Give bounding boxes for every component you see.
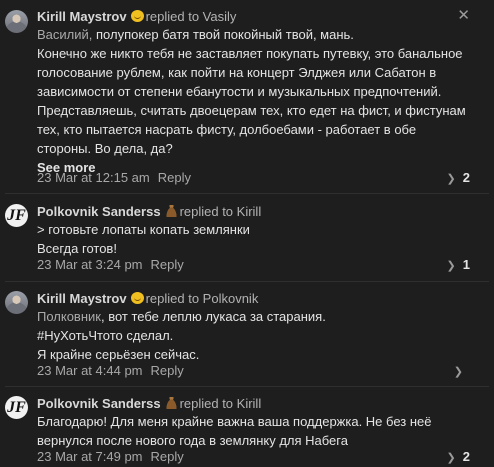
like-count: 1 (462, 257, 470, 272)
like-chevron-icon: ❯ (453, 366, 463, 378)
replied-to[interactable]: replied to Kirill (180, 204, 262, 219)
author-name[interactable]: Kirill Maystrov (37, 291, 127, 306)
divider (5, 281, 489, 282)
divider (5, 193, 489, 194)
avatar[interactable]: JF (5, 204, 28, 227)
comment-meta: 23 Mar at 7:49 pm Reply (37, 449, 184, 465)
replied-to[interactable]: replied to Polkovnik (146, 291, 259, 306)
like-chevron-icon: ❯ (446, 260, 456, 272)
like-count: 2 (462, 449, 470, 464)
avatar[interactable]: JF (5, 396, 28, 419)
text-line: Представляешь, считать двоецерам тех, кт… (37, 103, 466, 118)
comment-meta: 23 Mar at 3:24 pm Reply (37, 257, 184, 273)
poo-emoji-icon (164, 397, 178, 409)
comment-text: > готовьте лопаты копать землянки Всегда… (37, 220, 477, 258)
comment-meta: 23 Mar at 12:15 am Reply (37, 170, 191, 186)
text-line: Я крайне серьёзен сейчас. (37, 347, 200, 362)
reply-button[interactable]: Reply (158, 170, 191, 185)
comment-header: Kirill Maystrov replied to Polkovnik (37, 290, 258, 307)
mention-link[interactable]: Полковник (37, 309, 101, 324)
reply-button[interactable]: Reply (151, 257, 184, 272)
like-chevron-icon: ❯ (446, 173, 456, 185)
comment-date[interactable]: 23 Mar at 7:49 pm (37, 449, 143, 464)
comment-text: Василий, полупокер батя твой покойный тв… (37, 25, 477, 177)
text-line: Благодарю! Для меня крайне важна ваша по… (37, 414, 432, 429)
like-button[interactable]: ❯ 2 (447, 170, 470, 186)
like-chevron-icon: ❯ (446, 452, 456, 464)
comment-date[interactable]: 23 Mar at 3:24 pm (37, 257, 143, 272)
like-button[interactable]: ❯ 1 (447, 257, 470, 273)
comment-header: Polkovnik Sanderss replied to Kirill (37, 395, 261, 412)
comment-date[interactable]: 23 Mar at 12:15 am (37, 170, 150, 185)
avatar[interactable] (5, 10, 28, 33)
author-name[interactable]: Polkovnik Sanderss (37, 204, 161, 219)
text-line: зависимости от степени ебанутости и музы… (37, 84, 442, 99)
text-line: , вот тебе леплю лукаса за старания. (100, 309, 326, 324)
like-count: 2 (462, 170, 470, 185)
text-line: голосование рублем, как пойти на концерт… (37, 65, 437, 80)
author-name[interactable]: Kirill Maystrov (37, 9, 127, 24)
text-line: #НуХотьЧтото сделал. (37, 328, 174, 343)
text-line: тех, кто пытается насрать фисту, долбоеб… (37, 122, 417, 137)
reply-button[interactable]: Reply (151, 363, 184, 378)
like-button[interactable]: ❯ 2 (447, 449, 470, 465)
smile-emoji-icon (130, 292, 144, 304)
text-line: > готовьте лопаты копать землянки (37, 222, 250, 237)
reply-button[interactable]: Reply (151, 449, 184, 464)
avatar[interactable] (5, 291, 28, 314)
close-icon[interactable]: ✕ (457, 6, 470, 24)
divider (5, 386, 489, 387)
comment-header: Kirill Maystrov replied to Vasily (37, 8, 236, 25)
comment-meta: 23 Mar at 4:44 pm Reply (37, 363, 184, 379)
text-line: Конечно же никто тебя не заставляет поку… (37, 46, 463, 61)
text-line: полупокер батя твой покойный твой, мань. (92, 27, 354, 42)
text-line: Всегда готов! (37, 241, 117, 256)
mention-link[interactable]: Василий, (37, 27, 92, 42)
comment-text: Полковник, вот тебе леплю лукаса за стар… (37, 307, 477, 364)
comment-date[interactable]: 23 Mar at 4:44 pm (37, 363, 143, 378)
comment-header: Polkovnik Sanderss replied to Kirill (37, 203, 261, 220)
replied-to[interactable]: replied to Vasily (146, 9, 237, 24)
text-line: вернулся после нового года в землянку дл… (37, 433, 348, 448)
poo-emoji-icon (164, 205, 178, 217)
like-button[interactable]: ❯ (454, 363, 470, 379)
comment-text: Благодарю! Для меня крайне важна ваша по… (37, 412, 477, 450)
author-name[interactable]: Polkovnik Sanderss (37, 396, 161, 411)
replied-to[interactable]: replied to Kirill (180, 396, 262, 411)
smile-emoji-icon (130, 10, 144, 22)
text-line: стороны. Во дела, да? (37, 141, 173, 156)
